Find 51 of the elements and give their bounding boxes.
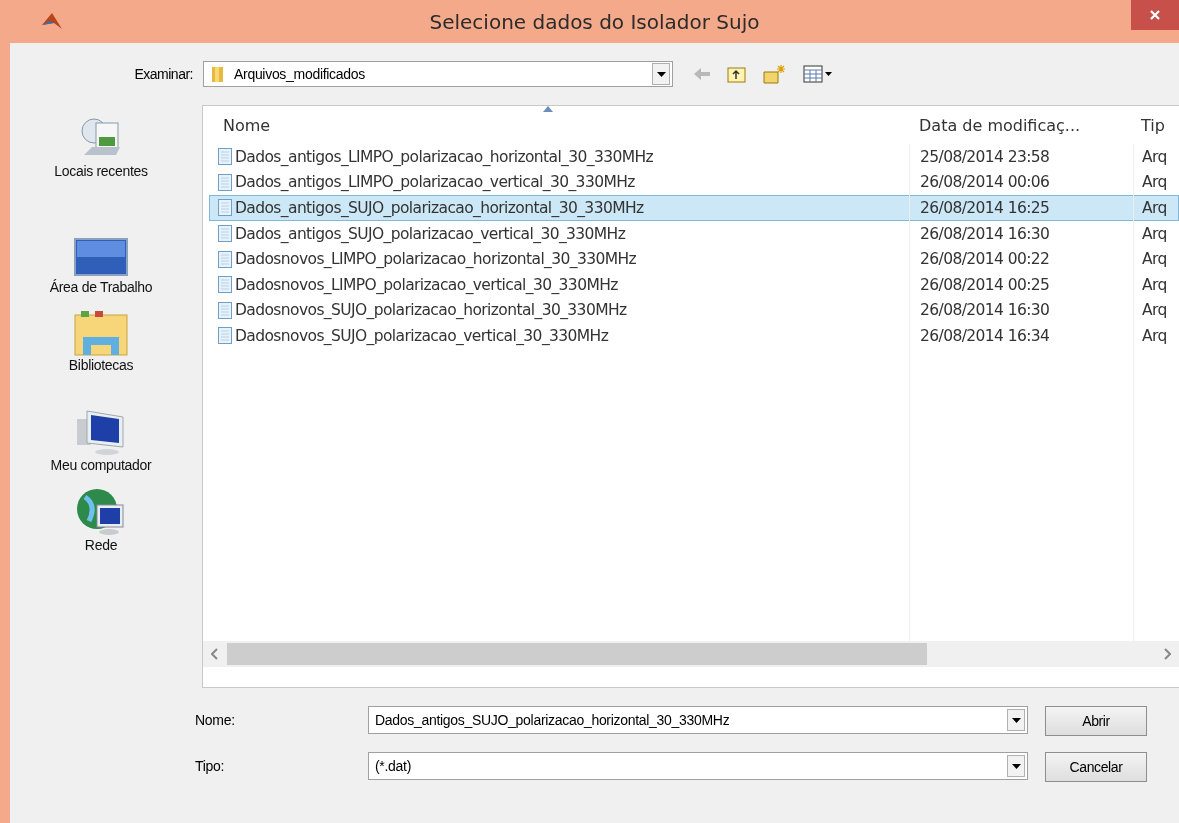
- caret-icon: [1011, 717, 1021, 723]
- network-icon: [75, 487, 127, 537]
- look-in-label: Examinar:: [133, 66, 193, 82]
- up-folder-icon[interactable]: [727, 65, 747, 83]
- column-header[interactable]: Tip: [1129, 106, 1179, 144]
- scroll-right-icon[interactable]: [1163, 648, 1171, 660]
- file-row[interactable]: Dados_antigos_SUJO_polarizacao_horizontal_30_330MHz 26/08/2014 16:25 Arq: [209, 195, 1179, 221]
- file-row[interactable]: Dados_antigos_LIMPO_polarizacao_horizontal_30_330MHz 25/08/2014 23:58 Arq: [209, 144, 1179, 170]
- close-button[interactable]: [1131, 0, 1179, 30]
- back-icon[interactable]: [693, 67, 711, 81]
- file-icon: [218, 199, 232, 217]
- horizontal-scrollbar[interactable]: [203, 641, 1179, 667]
- file-icon: [218, 225, 232, 243]
- field-label: Tipo:: [195, 758, 226, 774]
- scrollbar-thumb[interactable]: [227, 643, 927, 665]
- location-dropdown[interactable]: Arquivos_modificados: [203, 61, 673, 87]
- file-row[interactable]: Dadosnovos_SUJO_polarizacao_horizontal_30_330MHz 26/08/2014 16:30 Arq: [209, 297, 1179, 324]
- places-item[interactable]: Rede: [26, 487, 176, 553]
- caret-icon: [656, 71, 666, 77]
- close-icon: [1149, 9, 1161, 21]
- window-title: Selecione dados do Isolador Sujo: [428, 9, 761, 34]
- file-row[interactable]: Dadosnovos_LIMPO_polarizacao_horizontal_30_330MHz 26/08/2014 00:22 Arq: [209, 246, 1179, 272]
- file-icon: [218, 276, 232, 294]
- dialog-button[interactable]: Cancelar: [1045, 752, 1147, 782]
- file-row[interactable]: Dados_antigos_LIMPO_polarizacao_vertical_30_330MHz 26/08/2014 00:06 Arq: [209, 169, 1179, 196]
- file-icon: [218, 173, 232, 191]
- scroll-left-icon[interactable]: [211, 648, 219, 660]
- places-item[interactable]: Área de Trabalho: [26, 237, 176, 295]
- computer-icon: [75, 407, 127, 457]
- caret-icon: [1011, 763, 1021, 769]
- new-folder-icon[interactable]: [763, 64, 787, 84]
- file-icon: [218, 327, 232, 345]
- file-row[interactable]: Dadosnovos_SUJO_polarizacao_vertical_30_330MHz 26/08/2014 16:34 Arq: [209, 323, 1179, 349]
- input-field[interactable]: (*.dat): [368, 752, 1028, 780]
- view-menu-icon[interactable]: [803, 65, 833, 83]
- dialog-button[interactable]: Abrir: [1045, 706, 1147, 736]
- sort-caret-icon: [543, 106, 553, 112]
- places-item[interactable]: Locais recentes: [26, 115, 176, 179]
- input-field[interactable]: Dados_antigos_SUJO_polarizacao_horizontal_30_330MHz: [368, 706, 1028, 734]
- desktop-icon: [73, 237, 129, 279]
- file-row[interactable]: Dados_antigos_SUJO_polarizacao_vertical_30_330MHz 26/08/2014 16:30 Arq: [209, 220, 1179, 247]
- column-header[interactable]: Data de modificaç...: [903, 106, 1129, 144]
- file-row[interactable]: Dadosnovos_LIMPO_polarizacao_vertical_30_330MHz 26/08/2014 00:25 Arq: [209, 271, 1179, 298]
- places-item[interactable]: Meu computador: [26, 407, 176, 473]
- file-icon: [218, 148, 232, 166]
- file-icon: [218, 301, 232, 319]
- column-header[interactable]: Nome: [203, 106, 903, 144]
- file-icon: [218, 250, 232, 268]
- field-label: Nome:: [195, 712, 236, 728]
- places-item[interactable]: Bibliotecas: [26, 309, 176, 373]
- libraries-icon: [73, 309, 129, 357]
